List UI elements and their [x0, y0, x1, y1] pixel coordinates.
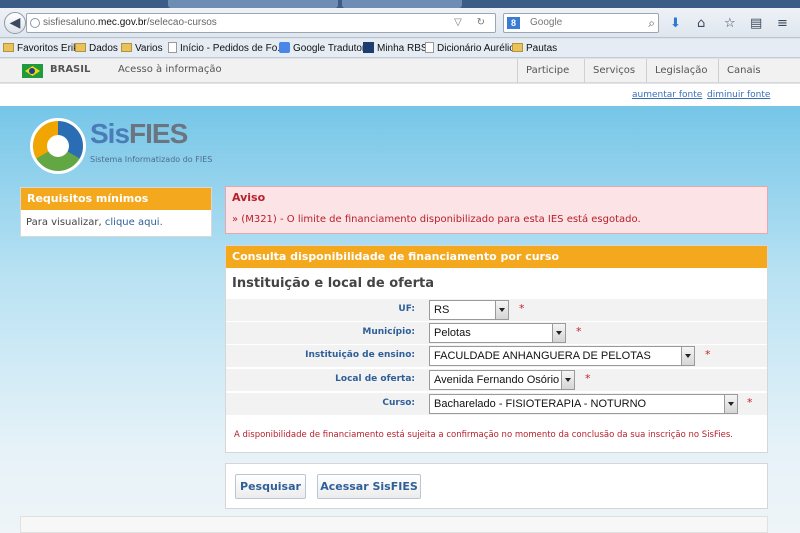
instituicao-label: Instituição de ensino:	[305, 350, 415, 360]
form-row-instituicao: Instituição de ensino: FACULDADE ANHANGU…	[226, 345, 767, 367]
page-icon	[168, 42, 177, 53]
gov-bar: BRASIL Acesso à informação Participe Ser…	[0, 59, 800, 83]
bookmark-star-icon[interactable]: ☆	[724, 17, 736, 31]
globe-icon	[30, 18, 40, 28]
font-size-bar: aumentar fonte diminuir fonte	[0, 84, 800, 106]
bookmarks-bar: Favoritos Erik Dados Varios Início - Ped…	[0, 39, 800, 58]
bookmark-item[interactable]: Minha RBS	[363, 42, 428, 55]
chevron-down-icon[interactable]	[561, 371, 574, 389]
warning-box: Aviso » (M321) - O limite de financiamen…	[225, 186, 768, 234]
google-translate-icon	[279, 42, 290, 53]
browser-navbar: ◀ sisfiesaluno.mec.gov.br/selecao-cursos…	[0, 8, 800, 38]
curso-select[interactable]: Bacharelado - FISIOTERAPIA - NOTURNO	[429, 394, 738, 414]
bookmarks-menu-icon[interactable]: ▤	[750, 17, 762, 31]
required-mark: *	[585, 372, 591, 385]
warning-message: » (M321) - O limite de financiamento dis…	[232, 214, 641, 225]
bookmark-item[interactable]: Dados	[75, 42, 118, 55]
back-arrow-icon: ◀	[9, 15, 21, 31]
gov-link-participe[interactable]: Participe	[517, 59, 577, 83]
requisitos-link[interactable]: clique aqui.	[105, 217, 163, 228]
sisfies-logo-icon[interactable]	[30, 118, 86, 174]
required-mark: *	[576, 325, 582, 338]
consulta-title: Consulta disponibilidade de financiament…	[226, 246, 767, 268]
reload-icon[interactable]: ▽ ↻	[454, 14, 491, 32]
chevron-down-icon[interactable]	[724, 395, 737, 413]
form-row-uf: UF: RS *	[226, 299, 767, 321]
required-mark: *	[705, 348, 711, 361]
consulta-subtitle: Instituição e local de oferta	[232, 276, 435, 291]
bookmark-item[interactable]: Favoritos Erik	[3, 42, 78, 55]
bookmark-item[interactable]: Dicionário Aurélio	[425, 42, 515, 55]
bookmark-item[interactable]: Pautas	[512, 42, 557, 55]
url-bar[interactable]: sisfiesaluno.mec.gov.br/selecao-cursos ▽…	[26, 13, 496, 33]
access-sisfies-button[interactable]: Acessar SisFIES	[317, 474, 421, 499]
municipio-select[interactable]: Pelotas	[429, 323, 566, 343]
menu-icon[interactable]: ≡	[777, 17, 788, 31]
requisitos-box: Requisitos mínimos Para visualizar, cliq…	[20, 187, 212, 237]
curso-label: Curso:	[382, 398, 415, 408]
back-button[interactable]: ◀	[4, 12, 26, 34]
bookmark-item[interactable]: Início - Pedidos de Fo...	[168, 42, 286, 55]
url-domain: mec.gov.br	[98, 17, 147, 28]
search-placeholder: Google	[530, 17, 563, 28]
gov-brasil-link[interactable]: BRASIL	[50, 64, 90, 75]
instituicao-select[interactable]: FACULDADE ANHANGUERA DE PELOTAS	[429, 346, 695, 366]
consulta-panel: Consulta disponibilidade de financiament…	[225, 245, 768, 453]
chevron-down-icon[interactable]	[552, 324, 565, 342]
google-search-engine-icon[interactable]: 8	[507, 17, 520, 29]
gov-link-legislacao[interactable]: Legislação	[646, 59, 716, 83]
gov-link-servicos[interactable]: Serviços	[584, 59, 643, 83]
folder-icon	[75, 43, 86, 52]
local-select[interactable]: Avenida Fernando Osório	[429, 370, 575, 390]
browser-tab[interactable]	[342, 0, 462, 8]
folder-icon	[3, 43, 14, 52]
brazil-flag-icon	[22, 64, 43, 78]
bookmark-item[interactable]: Google Tradutor	[279, 42, 365, 55]
folder-icon	[512, 43, 523, 52]
folder-icon	[121, 43, 132, 52]
button-bar: Pesquisar Acessar SisFIES	[225, 463, 768, 509]
gov-link-canais[interactable]: Canais	[718, 59, 769, 83]
download-icon[interactable]: ⬇	[670, 17, 681, 31]
window-titlebar	[0, 0, 800, 8]
required-mark: *	[747, 396, 753, 409]
search-input[interactable]: 8 Google ⌕	[503, 13, 659, 33]
bookmark-item[interactable]: Varios	[121, 42, 163, 55]
form-row-municipio: Município: Pelotas *	[226, 322, 767, 344]
page-icon	[425, 42, 434, 53]
url-prefix: sisfiesaluno.	[43, 17, 99, 28]
form-row-local: Local de oferta: Avenida Fernando Osório…	[226, 369, 767, 391]
search-button[interactable]: Pesquisar	[235, 474, 306, 499]
url-path: /selecao-cursos	[146, 17, 217, 28]
requisitos-body: Para visualizar, clique aqui.	[26, 217, 163, 228]
chevron-down-icon[interactable]	[681, 347, 694, 365]
increase-font-link[interactable]: aumentar fonte	[632, 90, 702, 100]
local-label: Local de oferta:	[335, 374, 415, 384]
warning-title: Aviso	[232, 191, 266, 204]
disclaimer-text: A disponibilidade de financiamento está …	[234, 430, 733, 440]
logo-wordmark[interactable]: SisFIES	[90, 118, 188, 150]
search-icon[interactable]: ⌕	[648, 14, 655, 32]
required-mark: *	[519, 302, 525, 315]
uf-select[interactable]: RS	[429, 300, 509, 320]
uf-label: UF:	[398, 304, 415, 314]
chevron-down-icon[interactable]	[495, 301, 508, 319]
decrease-font-link[interactable]: diminuir fonte	[707, 90, 770, 100]
browser-tab[interactable]	[168, 0, 338, 8]
footer-panel	[20, 516, 768, 533]
form-row-curso: Curso: Bacharelado - FISIOTERAPIA - NOTU…	[226, 393, 767, 415]
requisitos-title: Requisitos mínimos	[21, 188, 211, 210]
municipio-label: Município:	[362, 327, 415, 337]
home-icon[interactable]: ⌂	[697, 17, 705, 31]
rbs-icon	[363, 42, 374, 53]
gov-acesso-link[interactable]: Acesso à informação	[118, 64, 222, 75]
logo-subtitle: Sistema Informatizado do FIES	[90, 155, 213, 164]
